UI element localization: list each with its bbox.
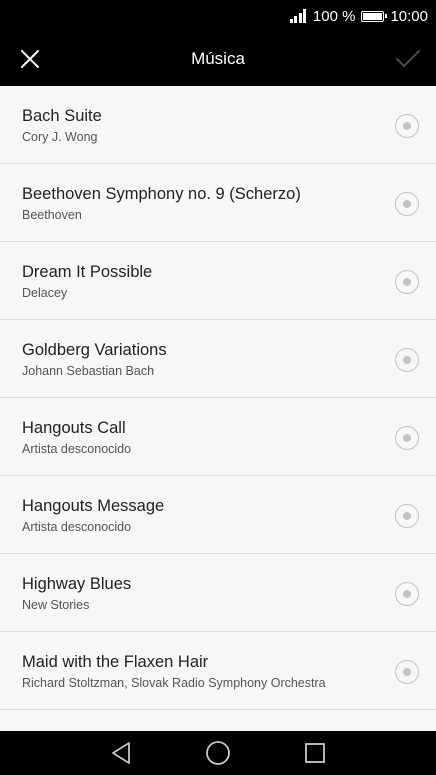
- page-title: Música: [191, 49, 245, 68]
- confirm-button[interactable]: [388, 39, 428, 79]
- app-bar: Música: [0, 32, 436, 86]
- song-artist: Artista desconocido: [22, 520, 132, 534]
- song-artist: New Stories: [22, 598, 90, 612]
- song-artist: Johann Sebastian Bach: [22, 364, 155, 378]
- list-item[interactable]: Goldberg Variations Johann Sebastian Bac…: [0, 320, 436, 398]
- song-title: Dream It Possible: [22, 263, 153, 281]
- list-item[interactable]: Hangouts Call Artista desconocido: [0, 398, 436, 476]
- song-artist: Delacey: [22, 286, 68, 300]
- navigation-bar: [0, 731, 436, 775]
- song-artist: Richard Stoltzman, Slovak Radio Symphony…: [22, 676, 326, 690]
- back-triangle-icon: [112, 742, 130, 764]
- battery-percent: 100 %: [312, 7, 356, 25]
- radio-button[interactable]: [395, 504, 419, 528]
- list-item[interactable]: Highway Blues New Stories: [0, 554, 436, 632]
- song-artist: Cory J. Wong: [22, 130, 98, 144]
- home-circle-icon: [206, 741, 230, 765]
- check-icon: [396, 50, 420, 67]
- recents-square-icon: [305, 743, 325, 763]
- radio-button[interactable]: [395, 348, 419, 372]
- radio-button[interactable]: [395, 114, 419, 138]
- nav-back-button[interactable]: [107, 739, 135, 767]
- song-title: Beethoven Symphony no. 9 (Scherzo): [22, 185, 301, 203]
- song-title: Highway Blues: [22, 575, 132, 593]
- list-item[interactable]: Hangouts Message Artista desconocido: [0, 476, 436, 554]
- status-time: 10:00: [390, 7, 428, 25]
- nav-recents-button[interactable]: [301, 739, 329, 767]
- radio-button[interactable]: [395, 270, 419, 294]
- song-title: Hangouts Call: [22, 419, 126, 437]
- radio-button[interactable]: [395, 192, 419, 216]
- status-bar: 100 % 10:00: [0, 0, 436, 32]
- song-artist: Beethoven: [22, 208, 82, 222]
- song-title: Hangouts Message: [22, 497, 165, 515]
- radio-button[interactable]: [395, 582, 419, 606]
- signal-icon: [289, 9, 308, 23]
- song-title: Maid with the Flaxen Hair: [22, 653, 209, 671]
- radio-button[interactable]: [395, 426, 419, 450]
- list-item[interactable]: Beethoven Symphony no. 9 (Scherzo) Beeth…: [0, 164, 436, 242]
- radio-button[interactable]: [395, 660, 419, 684]
- battery-icon: [361, 10, 388, 22]
- song-list[interactable]: Bach Suite Cory J. Wong Beethoven Sympho…: [0, 86, 436, 731]
- list-item[interactable]: Maid with the Flaxen Hair Richard Stoltz…: [0, 632, 436, 710]
- song-title: Bach Suite: [22, 107, 102, 125]
- status-indicators: 100 % 10:00: [289, 7, 428, 25]
- list-item[interactable]: Dream It Possible Delacey: [0, 242, 436, 320]
- song-artist: Artista desconocido: [22, 442, 132, 456]
- nav-home-button[interactable]: [204, 739, 232, 767]
- song-title: Goldberg Variations: [22, 341, 167, 359]
- list-item[interactable]: Bach Suite Cory J. Wong: [0, 86, 436, 164]
